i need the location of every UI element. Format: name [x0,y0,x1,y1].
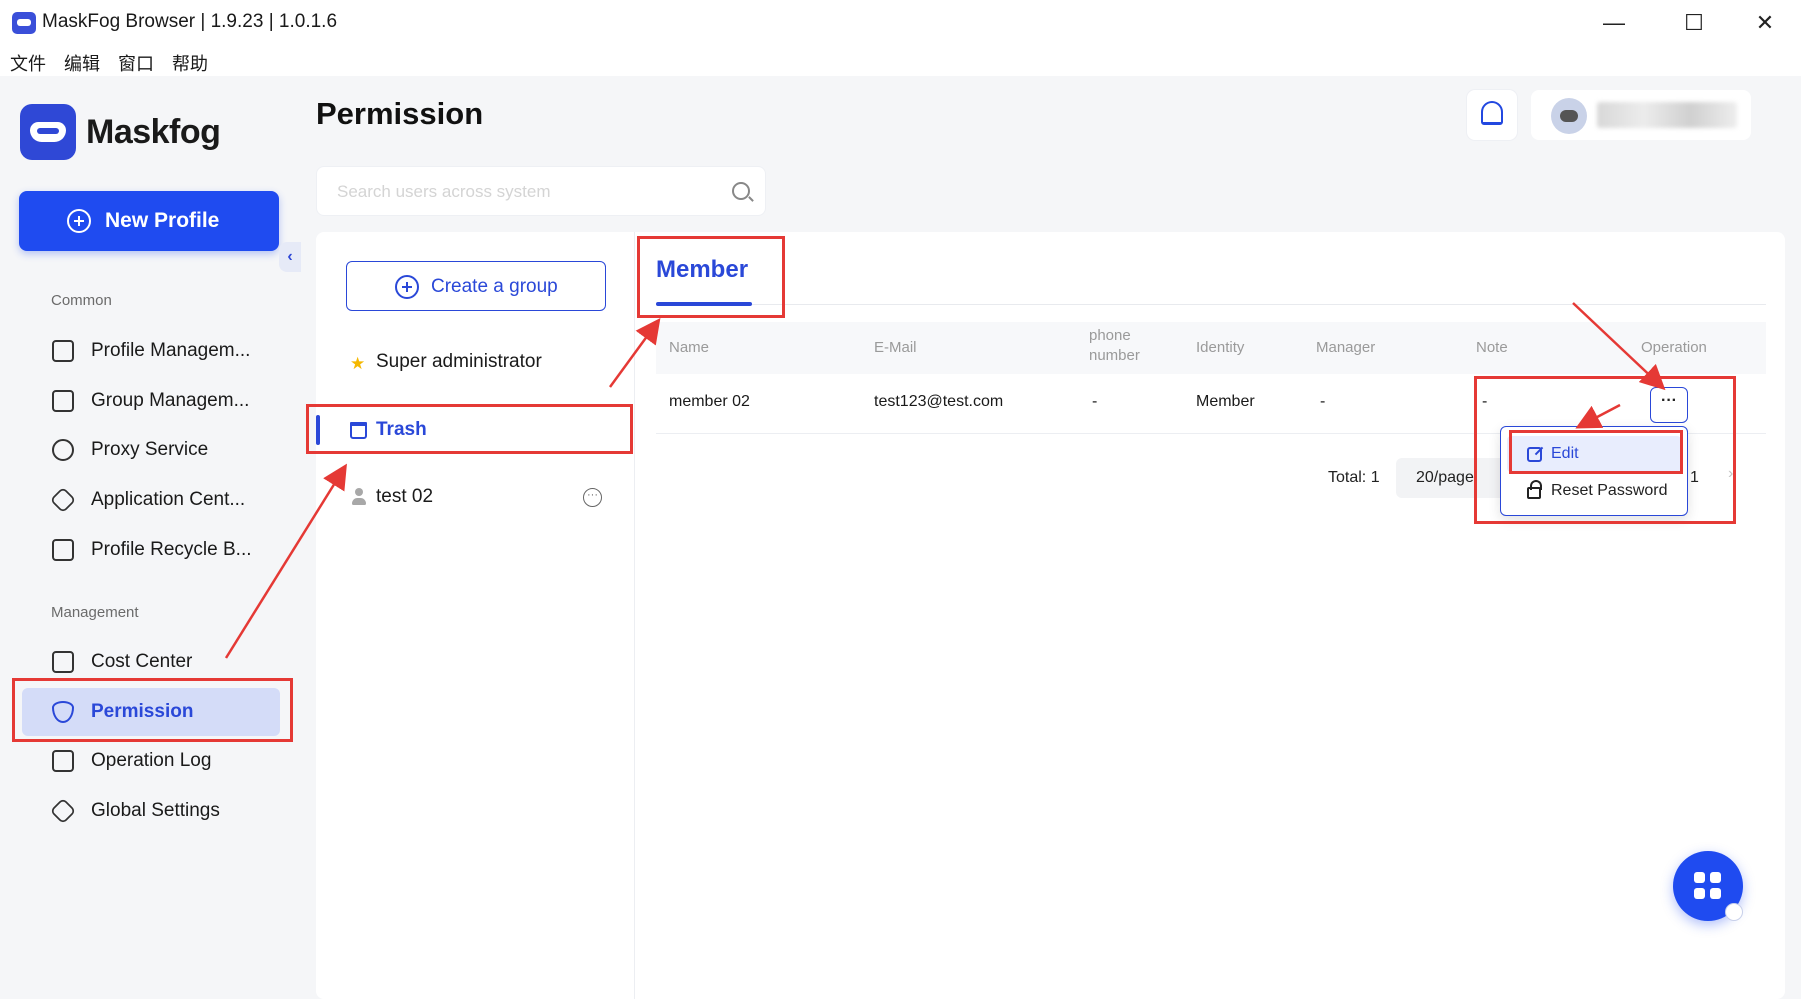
page-title: Permission [316,96,484,131]
notifications-button[interactable] [1467,90,1517,140]
plus-circle-icon [395,275,419,299]
cell-phone: - [1092,393,1098,410]
cell-manager: - [1320,393,1326,410]
cell-name: member 02 [669,393,750,410]
user-icon [352,488,366,506]
cell-email: test123@test.com [874,393,1004,410]
fab-add-icon [1725,903,1743,921]
create-group-button[interactable]: Create a group [346,261,606,311]
grid-icon [1710,872,1721,883]
plus-circle-icon [67,209,91,233]
section-label-common: Common [51,292,112,309]
menubar: 文件 编辑 窗口 帮助 [0,46,400,76]
search-input[interactable]: Search users across system [316,166,766,216]
group-label: Super administrator [376,351,542,372]
collapse-sidebar-button[interactable]: ‹ [279,242,301,272]
menu-edit[interactable]: 编辑 [64,50,100,76]
sidebar-item-global-settings[interactable]: Global Settings [22,787,280,835]
app-icon [12,12,36,34]
section-label-management: Management [51,604,139,621]
column-header-manager: Manager [1316,339,1376,356]
column-header-identity: Identity [1196,339,1245,356]
column-header-phone: phone number [1089,326,1140,366]
mask-logo-icon [20,104,76,160]
more-options-icon[interactable]: ··· [583,488,602,507]
brand-name: Maskfog [86,113,221,151]
receipt-icon [52,651,74,673]
sidebar-item-label: Profile Managem... [91,340,251,361]
sidebar-item-proxy-service[interactable]: Proxy Service [22,426,280,474]
user-menu[interactable] [1531,90,1751,140]
grid-icon [1694,888,1705,899]
maximize-button[interactable]: ☐ [1672,8,1716,38]
clipboard-icon [52,750,74,772]
page-size-value: 20/page [1416,469,1474,486]
column-header-phone-line2: number [1089,347,1140,364]
settings-icon [49,797,77,825]
star-icon: ★ [350,354,366,373]
sidebar-item-label: Group Managem... [91,390,250,411]
sidebar-item-label: Application Cent... [91,489,246,510]
sidebar-item-label: Cost Center [91,651,193,672]
group-item-test-02[interactable]: test 02 ··· [316,475,635,521]
menu-help[interactable]: 帮助 [172,50,208,76]
bell-icon [1481,101,1503,125]
sidebar-item-application-center[interactable]: Application Cent... [22,476,280,524]
annotation-box-member-tab [637,236,785,318]
sidebar-item-label: Operation Log [91,750,212,771]
new-profile-label: New Profile [105,209,220,232]
sidebar-item-operation-log[interactable]: Operation Log [22,737,280,785]
sidebar-item-label: Proxy Service [91,439,209,460]
minimize-button[interactable]: — [1592,8,1636,38]
search-placeholder: Search users across system [337,182,551,201]
username-redacted [1597,102,1737,128]
sidebar: Maskfog New Profile ‹ Common Profile Man… [0,76,301,999]
column-header-name: Name [669,339,710,356]
tab-divider [656,304,1766,305]
window-titlebar: MaskFog Browser | 1.9.23 | 1.0.1.6 — ☐ ✕ [0,0,1801,46]
annotation-box-trash [306,404,633,454]
table-header: Name E-Mail phone number Identity Manage… [656,322,1766,374]
location-icon [52,439,74,461]
grid-icon [1694,872,1705,883]
sidebar-item-profile-recycle-bin[interactable]: Profile Recycle B... [22,526,280,574]
trash-icon [52,539,74,561]
annotation-box-edit [1509,430,1683,474]
annotation-box-permission [12,678,293,742]
column-header-email: E-Mail [874,339,917,356]
menu-file[interactable]: 文件 [10,50,46,76]
menu-window[interactable]: 窗口 [118,50,154,76]
column-header-note: Note [1476,339,1508,356]
group-label: test 02 [376,486,434,507]
sidebar-item-label: Profile Recycle B... [91,539,252,560]
cube-icon [49,486,77,514]
column-header-operation: Operation [1641,339,1707,356]
window-title: MaskFog Browser | 1.9.23 | 1.0.1.6 [42,11,338,32]
grid-icon [1710,888,1721,899]
profile-icon [52,340,74,362]
new-profile-button[interactable]: New Profile [19,191,279,251]
sidebar-item-group-management[interactable]: Group Managem... [22,377,280,425]
pagination-total: Total: 1 [1328,469,1380,486]
search-icon[interactable] [732,182,750,200]
column-header-phone-line1: phone [1089,327,1131,344]
cell-identity: Member [1196,393,1255,410]
sidebar-item-label: Global Settings [91,800,220,821]
create-group-label: Create a group [431,276,558,297]
group-item-super-administrator[interactable]: ★ Super administrator [316,340,635,386]
folder-icon [52,390,74,412]
avatar [1551,98,1587,134]
sidebar-item-profile-management[interactable]: Profile Managem... [22,327,280,375]
close-button[interactable]: ✕ [1743,8,1787,38]
